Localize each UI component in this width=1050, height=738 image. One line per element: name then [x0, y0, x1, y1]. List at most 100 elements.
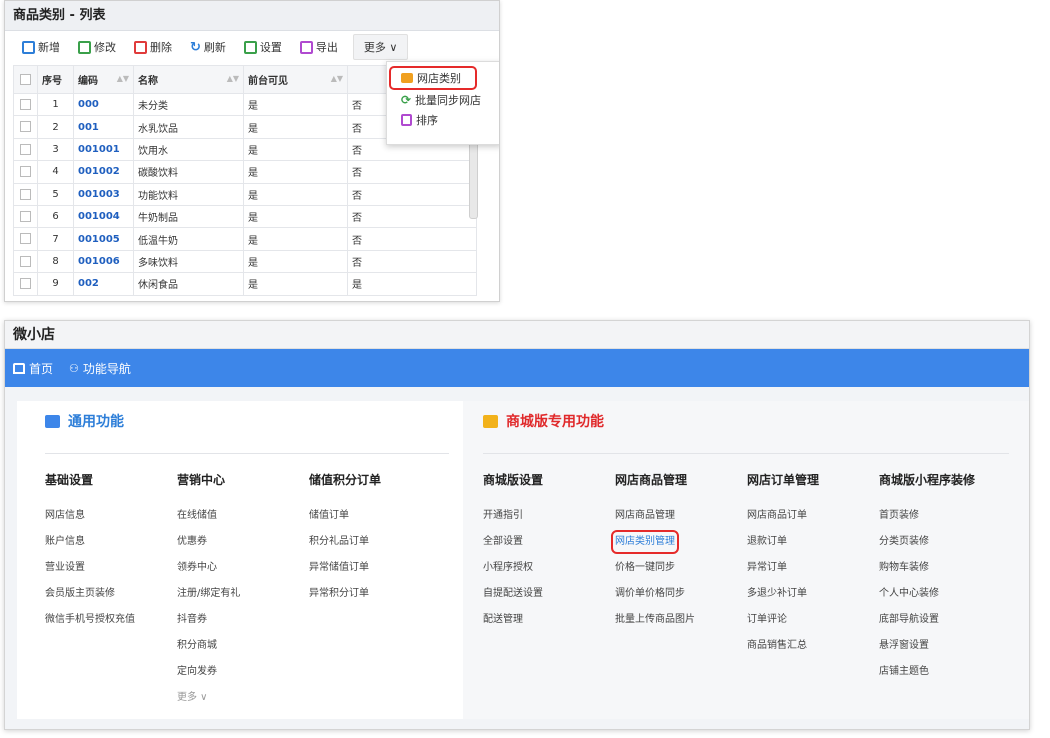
function-link[interactable]: 会员版主页装修 [45, 586, 135, 612]
select-all-checkbox[interactable] [13, 65, 38, 94]
row-number: 2 [37, 115, 74, 139]
function-group: 储值积分订单 储值订单 积分礼品订单 异常储值订单 异常积分订单 [309, 471, 381, 612]
add-icon [22, 40, 35, 54]
group-title: 网店订单管理 [747, 473, 820, 487]
function-link[interactable]: 优惠券 [177, 534, 240, 560]
function-link[interactable]: 配送管理 [483, 612, 543, 638]
function-link[interactable]: 账户信息 [45, 534, 135, 560]
function-link[interactable]: 在线储值 [177, 508, 240, 534]
function-group: 网店订单管理网店商品订单 退款订单 异常订单 多退少补订单 订单评论 商品销售汇总 [747, 471, 819, 664]
function-link[interactable]: 自提配送设置 [483, 586, 543, 612]
function-link[interactable]: 定向发券 [177, 664, 240, 690]
function-link[interactable]: 价格一键同步 [615, 560, 695, 586]
function-link[interactable]: 网店商品管理 [615, 508, 695, 534]
column-header-name[interactable]: 名称 ▲▼ [133, 65, 244, 94]
function-link[interactable]: 异常订单 [747, 560, 819, 586]
export-icon [299, 40, 313, 54]
table-row[interactable]: 4 001002 碳酸饮料是否 [13, 160, 477, 184]
function-group: 商城版小程序装修 首页装修 分类页装修 购物车装修 个人中心装修 底部导航设置 悬浮窗设置店… [879, 471, 975, 690]
micro-shop-panel: 微小店 首页 ⚇ 功能导航 通用功能 基础设置 网店信息 账户信息 营业设置 会员版主页装… [4, 320, 1030, 730]
table-row[interactable]: 5 001003 功能饮料是否 [13, 182, 477, 206]
function-link[interactable]: 购物车装修 [879, 560, 975, 586]
row-checkbox[interactable] [13, 92, 38, 117]
function-link[interactable]: 订单评论 [747, 612, 819, 638]
function-link[interactable]: 积分商城 [177, 638, 240, 664]
table-row[interactable]: 6 001004 牛奶制品是否 [13, 204, 477, 229]
delete-button[interactable]: 删除 [125, 31, 181, 63]
function-link[interactable]: 领券中心 [177, 560, 240, 586]
function-link[interactable]: 小程序授权 [483, 560, 543, 586]
function-link[interactable]: 储值订单 [309, 508, 381, 534]
function-link[interactable]: 分类页装修 [879, 534, 975, 560]
function-group: 营销中心在线储值 优惠券 领券中心 注册/绑定有礼 抖音券 积分商城 定向发券 更多 ∨ [177, 471, 240, 716]
function-link[interactable]: 退款订单 [747, 534, 819, 560]
general-section-header: 通用功能 [45, 411, 124, 431]
row-visible: 是 [243, 182, 348, 206]
table-row[interactable]: 7 001005 低温牛奶是否 [13, 227, 477, 251]
column-header-code[interactable]: 编码 ▲▼ [73, 65, 134, 94]
nav-home[interactable]: 首页 [13, 360, 53, 377]
function-link[interactable]: 营业设置 [45, 560, 135, 586]
row-checkbox[interactable] [13, 249, 38, 274]
function-link[interactable]: 批量上传商品图片 [615, 612, 695, 638]
row-checkbox[interactable] [13, 182, 38, 206]
row-extra: 否 [347, 249, 477, 274]
function-link[interactable]: 异常积分订单 [309, 586, 381, 612]
function-link[interactable]: 异常储值订单 [309, 560, 381, 586]
nav-function-navigation[interactable]: ⚇ 功能导航 [69, 360, 131, 377]
add-button[interactable]: 新增 [13, 31, 69, 63]
edit-button[interactable]: 修改 [69, 31, 125, 63]
function-link[interactable]: 抖音券 [177, 612, 240, 638]
function-link[interactable]: 多退少补订单 [747, 586, 819, 612]
export-button[interactable]: 导出 [291, 31, 347, 63]
function-link[interactable]: 商品销售汇总 [747, 638, 819, 664]
row-extra: 否 [347, 204, 477, 229]
menu-item-store-category[interactable]: 网店类别 [389, 66, 477, 90]
column-header-no[interactable]: 序号 [37, 65, 74, 94]
function-link[interactable]: 底部导航设置 [879, 612, 975, 638]
function-link[interactable]: 网店商品订单 [747, 508, 819, 534]
function-link[interactable]: 店铺主题色 [879, 664, 975, 690]
function-link[interactable]: 悬浮窗设置 [879, 638, 975, 664]
function-group: 基础设置 网店信息 账户信息 营业设置 会员版主页装修 微信手机号授权充值 [45, 471, 135, 638]
function-link[interactable]: 个人中心装修 [879, 586, 975, 612]
refresh-button[interactable]: ↻ 刷新 [181, 31, 235, 63]
row-number: 5 [37, 182, 74, 206]
function-link[interactable]: 网店信息 [45, 508, 135, 534]
general-icon [45, 414, 60, 428]
row-checkbox[interactable] [13, 227, 38, 251]
row-checkbox[interactable] [13, 272, 38, 296]
row-number: 1 [37, 92, 74, 117]
row-checkbox[interactable] [13, 160, 38, 184]
function-link[interactable]: 首页装修 [879, 508, 975, 534]
table-row[interactable]: 8 001006 多味饮料是否 [13, 249, 477, 274]
apps-icon: ⚇ [69, 361, 79, 375]
function-link[interactable]: 微信手机号授权充值 [45, 612, 135, 638]
function-link[interactable]: 注册/绑定有礼 [177, 586, 240, 612]
row-name: 碳酸饮料 [133, 160, 244, 184]
menu-item-batch-sync[interactable]: ⟳ 批量同步网店 [387, 90, 499, 110]
row-name: 水乳饮品 [133, 115, 244, 139]
function-link[interactable]: 全部设置 [483, 534, 543, 560]
row-code: 001002 [73, 160, 134, 184]
function-link[interactable]: 积分礼品订单 [309, 534, 381, 560]
menu-item-sort[interactable]: 排序 [387, 110, 499, 130]
row-visible: 是 [243, 204, 348, 229]
function-link[interactable]: 调价单价格同步 [615, 586, 695, 612]
settings-button[interactable]: 设置 [235, 31, 291, 63]
row-number: 4 [37, 160, 74, 184]
function-link[interactable]: 网店类别管理 [611, 530, 679, 554]
row-checkbox[interactable] [13, 137, 38, 162]
row-checkbox[interactable] [13, 115, 38, 139]
row-visible: 是 [243, 137, 348, 162]
group-title: 营销中心 [177, 473, 226, 487]
mall-functions-column: 商城版专用功能 商城版设置 开通指引 全部设置 小程序授权 自提配送设置 配送管理 网店商品… [463, 401, 1029, 719]
row-checkbox[interactable] [13, 204, 38, 229]
row-code: 001 [73, 115, 134, 139]
row-name: 低温牛奶 [133, 227, 244, 251]
table-row[interactable]: 9 002 休闲食品是是 [13, 272, 477, 296]
function-link[interactable]: 更多 ∨ [177, 690, 240, 716]
more-dropdown-button[interactable]: 更多 ∨ [352, 34, 409, 60]
column-header-visible[interactable]: 前台可见 ▲▼ [243, 65, 348, 94]
function-link[interactable]: 开通指引 [483, 508, 543, 534]
